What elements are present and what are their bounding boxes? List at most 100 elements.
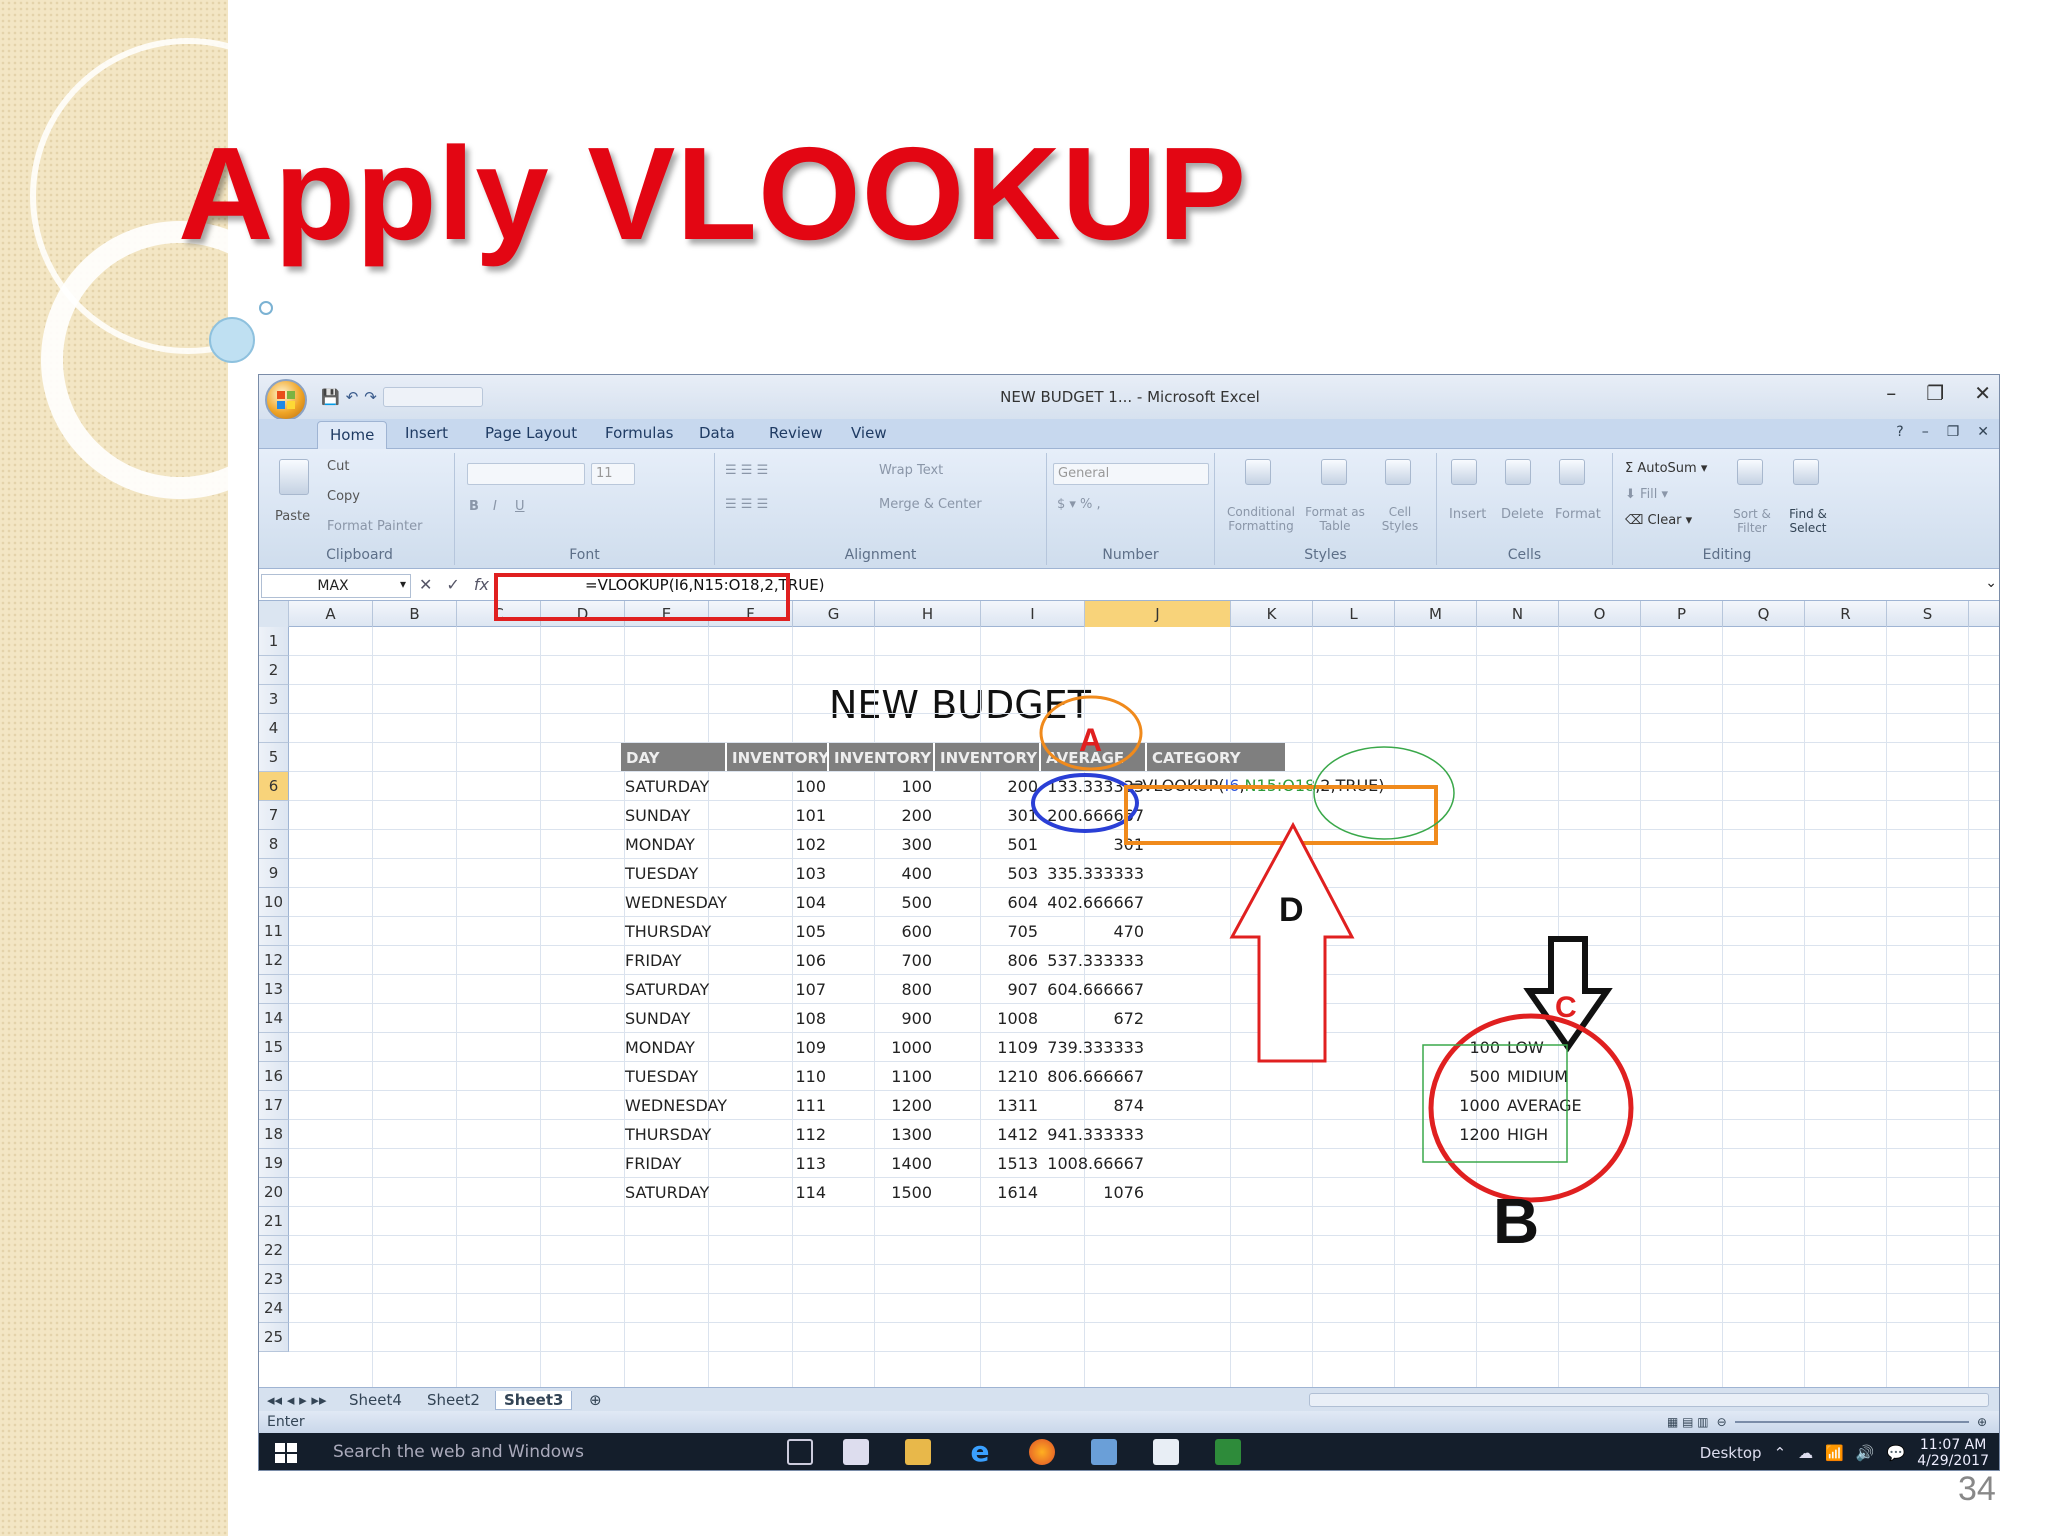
table-cell[interactable]: 1100 <box>829 1062 935 1091</box>
format-table-icon[interactable] <box>1321 459 1347 485</box>
column-header[interactable]: M <box>1395 601 1477 627</box>
table-cell[interactable]: 102 <box>727 830 829 859</box>
table-cell[interactable]: SATURDAY <box>621 772 727 801</box>
table-cell[interactable]: 900 <box>829 1004 935 1033</box>
table-cell[interactable]: 400 <box>829 859 935 888</box>
cell-styles-button[interactable]: Cell Styles <box>1375 505 1425 533</box>
column-header[interactable]: N <box>1477 601 1559 627</box>
table-cell[interactable]: 111 <box>727 1091 829 1120</box>
copy-button[interactable]: Copy <box>327 489 360 504</box>
column-header[interactable]: H <box>875 601 981 627</box>
table-cell[interactable]: 600 <box>829 917 935 946</box>
row-header[interactable]: 8 <box>259 830 289 859</box>
table-cell[interactable]: 200.666667 <box>1041 801 1147 830</box>
sort-filter-icon[interactable] <box>1737 459 1763 485</box>
table-cell[interactable]: 537.333333 <box>1041 946 1147 975</box>
format-painter-button[interactable]: Format Painter <box>327 519 422 534</box>
table-cell[interactable]: 105 <box>727 917 829 946</box>
lookup-table-cell[interactable]: 1200 <box>1425 1120 1503 1149</box>
table-cell[interactable]: SATURDAY <box>621 1178 727 1207</box>
app-icon[interactable] <box>1091 1439 1117 1465</box>
format-cells-icon[interactable] <box>1559 459 1585 485</box>
zoom-in-icon[interactable]: ⊕ <box>1977 1411 1987 1433</box>
table-cell[interactable]: 739.333333 <box>1041 1033 1147 1062</box>
currency-icon[interactable]: $ ▾ % , <box>1057 497 1101 512</box>
sort-filter-button[interactable]: Sort & Filter <box>1725 507 1779 535</box>
sheet-tab-2[interactable]: Sheet2 <box>427 1391 480 1409</box>
tab-page-layout[interactable]: Page Layout <box>485 424 577 442</box>
table-cell[interactable]: 200 <box>829 801 935 830</box>
row-header[interactable]: 12 <box>259 946 289 975</box>
horizontal-scrollbar[interactable] <box>1309 1393 1989 1407</box>
table-cell[interactable]: 107 <box>727 975 829 1004</box>
table-cell[interactable]: 1008 <box>935 1004 1041 1033</box>
row-header[interactable]: 10 <box>259 888 289 917</box>
tab-review[interactable]: Review <box>769 424 823 442</box>
row-header[interactable]: 20 <box>259 1178 289 1207</box>
column-header[interactable]: R <box>1805 601 1887 627</box>
autosum-button[interactable]: Σ AutoSum ▾ <box>1625 461 1707 476</box>
table-cell[interactable]: MONDAY <box>621 1033 727 1062</box>
cell-styles-icon[interactable] <box>1385 459 1411 485</box>
delete-cells-button[interactable]: Delete <box>1501 507 1544 522</box>
worksheet-grid[interactable]: NEW BUDGET =VLOOKUP(I6,N15:O18,2,TRUE) 1… <box>259 627 1999 1387</box>
binoculars-icon[interactable] <box>1793 459 1819 485</box>
conditional-formatting-button[interactable]: Conditional Formatting <box>1221 505 1301 533</box>
tab-insert[interactable]: Insert <box>405 424 448 442</box>
table-cell[interactable]: 301 <box>935 801 1041 830</box>
row-header[interactable]: 16 <box>259 1062 289 1091</box>
table-cell[interactable]: SUNDAY <box>621 801 727 830</box>
help-icon[interactable]: ? <box>1896 424 1903 440</box>
column-header[interactable]: F <box>709 601 793 627</box>
table-cell[interactable]: 604 <box>935 888 1041 917</box>
cancel-entry-icon[interactable]: ✕ <box>419 575 432 594</box>
row-header[interactable]: 6 <box>259 772 289 801</box>
lookup-table-cell[interactable]: 1000 <box>1425 1091 1503 1120</box>
table-cell[interactable]: 1412 <box>935 1120 1041 1149</box>
select-all-corner[interactable] <box>259 601 289 627</box>
column-header[interactable]: A <box>289 601 373 627</box>
tab-home[interactable]: Home <box>317 421 388 449</box>
merge-center-button[interactable]: Merge & Center <box>879 497 982 512</box>
table-cell[interactable]: 1311 <box>935 1091 1041 1120</box>
table-cell[interactable]: 108 <box>727 1004 829 1033</box>
row-header[interactable]: 5 <box>259 743 289 772</box>
row-header[interactable]: 4 <box>259 714 289 743</box>
column-header[interactable]: D <box>541 601 625 627</box>
table-cell[interactable]: 100 <box>829 772 935 801</box>
insert-sheet-icon[interactable]: ⊕ <box>589 1391 602 1409</box>
fill-button[interactable]: ⬇ Fill ▾ <box>1625 487 1668 502</box>
column-header[interactable]: Q <box>1723 601 1805 627</box>
table-cell[interactable]: 300 <box>829 830 935 859</box>
cut-button[interactable]: Cut <box>327 459 349 474</box>
align-left-icon[interactable]: ☰ ☰ ☰ <box>725 497 768 512</box>
row-header[interactable]: 11 <box>259 917 289 946</box>
table-cell[interactable]: 103 <box>727 859 829 888</box>
row-header[interactable]: 2 <box>259 656 289 685</box>
table-cell[interactable]: 113 <box>727 1149 829 1178</box>
table-cell[interactable]: FRIDAY <box>621 1149 727 1178</box>
align-top-icon[interactable]: ☰ ☰ ☰ <box>725 463 768 478</box>
store-icon[interactable] <box>843 1439 869 1465</box>
table-cell[interactable]: 1500 <box>829 1178 935 1207</box>
table-header-cell[interactable]: DAY <box>621 743 727 771</box>
table-cell[interactable]: 104 <box>727 888 829 917</box>
confirm-entry-icon[interactable]: ✓ <box>446 575 459 594</box>
zoom-slider[interactable] <box>1734 1421 1969 1423</box>
desktop-label[interactable]: Desktop <box>1700 1444 1762 1462</box>
wb-close-icon[interactable]: ✕ <box>1977 424 1989 440</box>
zoom-out-icon[interactable]: ⊖ <box>1717 1411 1727 1433</box>
table-cell[interactable]: 604.666667 <box>1041 975 1147 1004</box>
document-icon[interactable] <box>1153 1439 1179 1465</box>
tab-data[interactable]: Data <box>699 424 735 442</box>
tray-overflow-icon[interactable]: ⌃ <box>1774 1444 1787 1462</box>
column-header[interactable]: L <box>1313 601 1395 627</box>
table-cell[interactable]: 941.333333 <box>1041 1120 1147 1149</box>
taskbar-search[interactable]: Search the web and Windows <box>313 1433 643 1470</box>
table-cell[interactable]: WEDNESDAY <box>621 1091 727 1120</box>
excel-app-icon[interactable] <box>1215 1439 1241 1465</box>
table-cell[interactable]: 1008.66667 <box>1041 1149 1147 1178</box>
table-cell[interactable]: 705 <box>935 917 1041 946</box>
bold-icon[interactable]: B <box>469 499 479 514</box>
row-header[interactable]: 9 <box>259 859 289 888</box>
